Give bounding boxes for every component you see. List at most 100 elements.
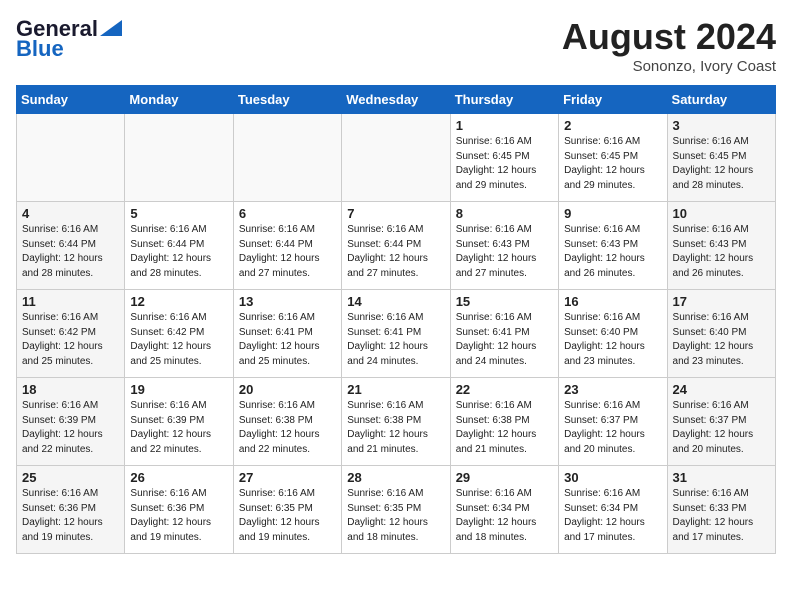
day-of-week-header: Tuesday [233, 86, 341, 114]
day-number: 16 [564, 294, 661, 309]
day-info: Sunrise: 6:16 AM Sunset: 6:34 PM Dayligh… [564, 487, 661, 545]
day-info: Sunrise: 6:16 AM Sunset: 6:41 PM Dayligh… [347, 311, 444, 369]
calendar-week-row: 1 Sunrise: 6:16 AM Sunset: 6:45 PM Daylig… [17, 114, 776, 202]
day-info: Sunrise: 6:16 AM Sunset: 6:42 PM Dayligh… [22, 311, 119, 369]
day-number: 22 [456, 382, 553, 397]
day-number: 8 [456, 206, 553, 221]
day-number: 5 [130, 206, 227, 221]
day-of-week-header: Sunday [17, 86, 125, 114]
day-number: 14 [347, 294, 444, 309]
day-number: 12 [130, 294, 227, 309]
day-info: Sunrise: 6:16 AM Sunset: 6:36 PM Dayligh… [22, 487, 119, 545]
day-info: Sunrise: 6:16 AM Sunset: 6:42 PM Dayligh… [130, 311, 227, 369]
day-info: Sunrise: 6:16 AM Sunset: 6:37 PM Dayligh… [564, 399, 661, 457]
calendar-cell: 8 Sunrise: 6:16 AM Sunset: 6:43 PM Daylig… [450, 202, 558, 290]
day-info: Sunrise: 6:16 AM Sunset: 6:36 PM Dayligh… [130, 487, 227, 545]
calendar-cell: 22Sunrise: 6:16 AM Sunset: 6:38 PM Dayli… [450, 378, 558, 466]
day-number: 29 [456, 470, 553, 485]
calendar-cell: 12 Sunrise: 6:16 AM Sunset: 6:42 PM Dayli… [125, 290, 233, 378]
day-info: Sunrise: 6:16 AM Sunset: 6:45 PM Dayligh… [673, 135, 770, 193]
calendar-cell: 9Sunrise: 6:16 AM Sunset: 6:43 PM Daylig… [559, 202, 667, 290]
calendar-cell: 7 Sunrise: 6:16 AM Sunset: 6:44 PM Daylig… [342, 202, 450, 290]
month-year-title: August 2024 [562, 16, 776, 58]
calendar-cell: 5 Sunrise: 6:16 AM Sunset: 6:44 PM Daylig… [125, 202, 233, 290]
day-info: Sunrise: 6:16 AM Sunset: 6:38 PM Dayligh… [239, 399, 336, 457]
day-number: 17 [673, 294, 770, 309]
title-area: August 2024 Sononzo, Ivory Coast [562, 16, 776, 75]
calendar-cell: 27Sunrise: 6:16 AM Sunset: 6:35 PM Dayli… [233, 466, 341, 554]
day-of-week-header: Saturday [667, 86, 775, 114]
calendar-cell: 6Sunrise: 6:16 AM Sunset: 6:44 PM Daylig… [233, 202, 341, 290]
day-number: 24 [673, 382, 770, 397]
day-info: Sunrise: 6:16 AM Sunset: 6:43 PM Dayligh… [673, 223, 770, 281]
day-info: Sunrise: 6:16 AM Sunset: 6:45 PM Dayligh… [564, 135, 661, 193]
calendar-cell: 13 Sunrise: 6:16 AM Sunset: 6:41 PM Dayli… [233, 290, 341, 378]
day-number: 1 [456, 118, 553, 133]
day-number: 28 [347, 470, 444, 485]
day-info: Sunrise: 6:16 AM Sunset: 6:44 PM Dayligh… [130, 223, 227, 281]
logo-icon [100, 20, 122, 36]
calendar-cell: 18Sunrise: 6:16 AM Sunset: 6:39 PM Dayli… [17, 378, 125, 466]
calendar-header-row: SundayMondayTuesdayWednesdayThursdayFrid… [17, 86, 776, 114]
calendar-week-row: 11 Sunrise: 6:16 AM Sunset: 6:42 PM Dayli… [17, 290, 776, 378]
calendar-cell: 2 Sunrise: 6:16 AM Sunset: 6:45 PM Daylig… [559, 114, 667, 202]
day-number: 11 [22, 294, 119, 309]
calendar-cell: 28 Sunrise: 6:16 AM Sunset: 6:35 PM Dayli… [342, 466, 450, 554]
calendar-week-row: 18Sunrise: 6:16 AM Sunset: 6:39 PM Dayli… [17, 378, 776, 466]
day-info: Sunrise: 6:16 AM Sunset: 6:45 PM Dayligh… [456, 135, 553, 193]
day-info: Sunrise: 6:16 AM Sunset: 6:33 PM Dayligh… [673, 487, 770, 545]
calendar-cell: 20Sunrise: 6:16 AM Sunset: 6:38 PM Dayli… [233, 378, 341, 466]
day-number: 30 [564, 470, 661, 485]
day-number: 15 [456, 294, 553, 309]
calendar-cell: 30 Sunrise: 6:16 AM Sunset: 6:34 PM Dayli… [559, 466, 667, 554]
location-subtitle: Sononzo, Ivory Coast [562, 58, 776, 75]
calendar-cell: 3Sunrise: 6:16 AM Sunset: 6:45 PM Daylig… [667, 114, 775, 202]
calendar-cell: 14 Sunrise: 6:16 AM Sunset: 6:41 PM Dayli… [342, 290, 450, 378]
day-number: 7 [347, 206, 444, 221]
day-of-week-header: Thursday [450, 86, 558, 114]
day-info: Sunrise: 6:16 AM Sunset: 6:35 PM Dayligh… [347, 487, 444, 545]
day-of-week-header: Friday [559, 86, 667, 114]
day-info: Sunrise: 6:16 AM Sunset: 6:44 PM Dayligh… [239, 223, 336, 281]
day-info: Sunrise: 6:16 AM Sunset: 6:44 PM Dayligh… [22, 223, 119, 281]
calendar-week-row: 25 Sunrise: 6:16 AM Sunset: 6:36 PM Dayli… [17, 466, 776, 554]
calendar-cell: 11 Sunrise: 6:16 AM Sunset: 6:42 PM Dayli… [17, 290, 125, 378]
day-number: 2 [564, 118, 661, 133]
day-number: 26 [130, 470, 227, 485]
calendar-cell [342, 114, 450, 202]
calendar-cell: 17 Sunrise: 6:16 AM Sunset: 6:40 PM Dayli… [667, 290, 775, 378]
day-info: Sunrise: 6:16 AM Sunset: 6:39 PM Dayligh… [130, 399, 227, 457]
day-info: Sunrise: 6:16 AM Sunset: 6:39 PM Dayligh… [22, 399, 119, 457]
calendar-cell: 10 Sunrise: 6:16 AM Sunset: 6:43 PM Dayli… [667, 202, 775, 290]
day-of-week-header: Wednesday [342, 86, 450, 114]
day-number: 25 [22, 470, 119, 485]
calendar-cell: 24 Sunrise: 6:16 AM Sunset: 6:37 PM Dayli… [667, 378, 775, 466]
day-info: Sunrise: 6:16 AM Sunset: 6:38 PM Dayligh… [347, 399, 444, 457]
day-number: 31 [673, 470, 770, 485]
calendar-cell: 19Sunrise: 6:16 AM Sunset: 6:39 PM Dayli… [125, 378, 233, 466]
page-header: General Blue August 2024 Sononzo, Ivory … [16, 16, 776, 75]
calendar-week-row: 4 Sunrise: 6:16 AM Sunset: 6:44 PM Daylig… [17, 202, 776, 290]
day-number: 13 [239, 294, 336, 309]
calendar-cell: 4 Sunrise: 6:16 AM Sunset: 6:44 PM Daylig… [17, 202, 125, 290]
day-info: Sunrise: 6:16 AM Sunset: 6:44 PM Dayligh… [347, 223, 444, 281]
day-number: 4 [22, 206, 119, 221]
calendar-cell: 26 Sunrise: 6:16 AM Sunset: 6:36 PM Dayli… [125, 466, 233, 554]
day-info: Sunrise: 6:16 AM Sunset: 6:43 PM Dayligh… [456, 223, 553, 281]
logo-blue: Blue [16, 36, 64, 62]
logo: General Blue [16, 16, 122, 62]
day-info: Sunrise: 6:16 AM Sunset: 6:34 PM Dayligh… [456, 487, 553, 545]
calendar-cell: 16Sunrise: 6:16 AM Sunset: 6:40 PM Dayli… [559, 290, 667, 378]
day-info: Sunrise: 6:16 AM Sunset: 6:41 PM Dayligh… [239, 311, 336, 369]
day-number: 10 [673, 206, 770, 221]
calendar-cell [17, 114, 125, 202]
day-info: Sunrise: 6:16 AM Sunset: 6:40 PM Dayligh… [673, 311, 770, 369]
day-info: Sunrise: 6:16 AM Sunset: 6:37 PM Dayligh… [673, 399, 770, 457]
day-info: Sunrise: 6:16 AM Sunset: 6:41 PM Dayligh… [456, 311, 553, 369]
day-number: 21 [347, 382, 444, 397]
calendar-cell [233, 114, 341, 202]
calendar-cell: 1 Sunrise: 6:16 AM Sunset: 6:45 PM Daylig… [450, 114, 558, 202]
day-number: 27 [239, 470, 336, 485]
day-number: 23 [564, 382, 661, 397]
calendar-table: SundayMondayTuesdayWednesdayThursdayFrid… [16, 85, 776, 554]
